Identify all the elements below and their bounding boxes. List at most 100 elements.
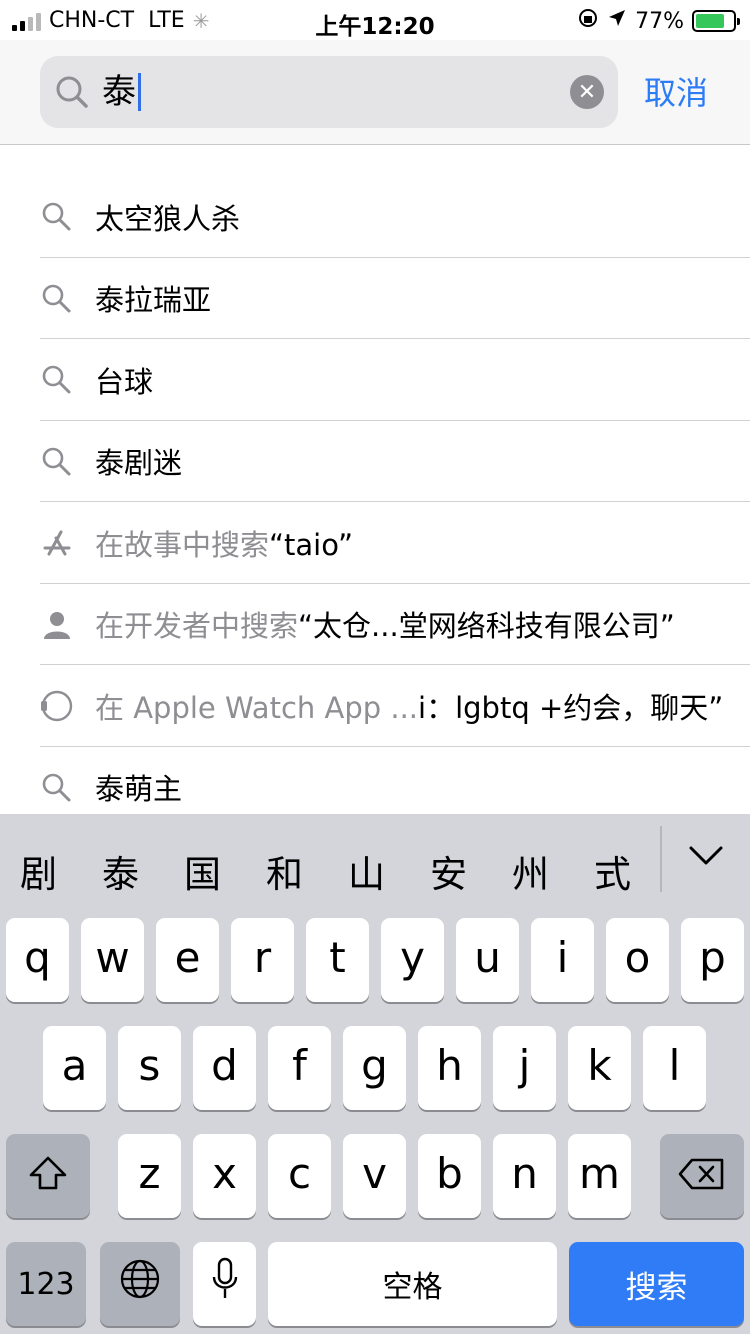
chevron-down-icon[interactable]	[688, 844, 724, 872]
key-z[interactable]: z	[118, 1134, 181, 1218]
suggestion-text: 太空狼人杀	[95, 201, 241, 236]
key-label: i	[556, 932, 569, 982]
key-g[interactable]: g	[343, 1026, 406, 1110]
search-key[interactable]: 搜索	[569, 1242, 744, 1326]
key-p[interactable]: p	[681, 918, 744, 1002]
key-q[interactable]: q	[6, 918, 69, 1002]
candidate-word[interactable]: 式	[594, 844, 631, 898]
keyboard: 剧 泰 国 和 山 安 州 式 q w e r t y u i o p a s …	[0, 814, 750, 1334]
key-b[interactable]: b	[418, 1134, 481, 1218]
candidate-divider	[660, 826, 662, 892]
suggestion-row[interactable]: 在故事中搜索“taio”	[0, 502, 750, 584]
key-k[interactable]: k	[568, 1026, 631, 1110]
candidate-word[interactable]: 泰	[102, 844, 139, 898]
key-f[interactable]: f	[268, 1026, 331, 1110]
key-v[interactable]: v	[343, 1134, 406, 1218]
search-input[interactable]: 泰	[102, 70, 141, 114]
key-label: x	[212, 1148, 237, 1198]
numbers-key[interactable]: 123	[6, 1242, 86, 1326]
cancel-button[interactable]: 取消	[644, 68, 708, 114]
key-w[interactable]: w	[81, 918, 144, 1002]
key-label: m	[579, 1148, 620, 1198]
key-x[interactable]: x	[193, 1134, 256, 1218]
candidate-word[interactable]: 国	[184, 844, 221, 898]
key-label: r	[253, 932, 272, 982]
suggestion-row[interactable]: 在开发者中搜索“太仓...堂网络科技有限公司”	[0, 584, 750, 666]
carrier-label: CHN-CT	[49, 8, 135, 33]
suggestion-text: 泰剧迷	[95, 446, 183, 481]
suggestion-row[interactable]: 在 Apple Watch App ...i：lgbtq +约会，聊天”	[0, 665, 750, 747]
key-l[interactable]: l	[643, 1026, 706, 1110]
globe-key[interactable]	[100, 1242, 180, 1326]
key-label: e	[174, 932, 201, 982]
key-label: n	[511, 1148, 538, 1198]
key-j[interactable]: j	[493, 1026, 556, 1110]
search-query-text: 泰	[102, 72, 136, 112]
key-d[interactable]: d	[193, 1026, 256, 1110]
key-label: c	[287, 1148, 312, 1198]
search-field[interactable]: 泰 ✕	[40, 56, 618, 128]
key-u[interactable]: u	[456, 918, 519, 1002]
key-label: g	[361, 1040, 388, 1090]
candidate-word[interactable]: 州	[512, 844, 549, 898]
key-o[interactable]: o	[606, 918, 669, 1002]
key-a[interactable]: a	[43, 1026, 106, 1110]
apple-watch-icon	[40, 689, 74, 723]
delete-key[interactable]	[660, 1134, 744, 1218]
key-label: o	[624, 932, 651, 982]
suggestion-term: “taio”	[269, 527, 353, 562]
space-key[interactable]: 空格	[268, 1242, 557, 1326]
candidate-word[interactable]: 安	[430, 844, 467, 898]
candidate-word[interactable]: 剧	[20, 844, 57, 898]
suggestion-text: 在故事中搜索“taio”	[95, 522, 353, 564]
key-label: 123	[17, 1266, 75, 1302]
key-label: a	[61, 1040, 88, 1090]
orientation-lock-icon	[577, 7, 599, 35]
shift-key[interactable]	[6, 1134, 90, 1218]
battery-icon	[692, 10, 740, 32]
suggestion-text: 在开发者中搜索“太仓...堂网络科技有限公司”	[95, 603, 675, 645]
key-m[interactable]: m	[568, 1134, 631, 1218]
suggestion-row[interactable]: 泰拉瑞亚	[0, 258, 750, 340]
key-t[interactable]: t	[306, 918, 369, 1002]
location-icon	[607, 8, 627, 34]
key-h[interactable]: h	[418, 1026, 481, 1110]
key-label: w	[95, 932, 130, 982]
key-i[interactable]: i	[531, 918, 594, 1002]
suggestion-text: 在 Apple Watch App ...i：lgbtq +约会，聊天”	[95, 685, 723, 727]
suggestion-term: i：lgbtq +约会，聊天”	[418, 690, 724, 725]
key-r[interactable]: r	[231, 918, 294, 1002]
suggestion-row[interactable]: 太空狼人杀	[0, 176, 750, 258]
key-label: d	[211, 1040, 238, 1090]
suggestion-row[interactable]: 泰剧迷	[0, 421, 750, 503]
key-s[interactable]: s	[118, 1026, 181, 1110]
candidate-word[interactable]: 山	[348, 844, 385, 898]
search-icon	[40, 445, 74, 479]
status-right: 77%	[577, 7, 740, 35]
suggestion-term: “太仓...堂网络科技有限公司”	[298, 609, 675, 644]
battery-percent: 77%	[635, 8, 684, 34]
key-c[interactable]: c	[268, 1134, 331, 1218]
battery-fill	[696, 14, 724, 28]
microphone-icon	[211, 1257, 239, 1311]
person-icon	[40, 608, 74, 642]
key-label: z	[138, 1148, 161, 1198]
network-label: LTE	[148, 8, 185, 33]
key-label: u	[474, 932, 501, 982]
key-y[interactable]: y	[381, 918, 444, 1002]
suggestion-row[interactable]: 台球	[0, 339, 750, 421]
clear-button[interactable]: ✕	[570, 75, 604, 109]
candidate-word[interactable]: 和	[266, 844, 303, 898]
key-e[interactable]: e	[156, 918, 219, 1002]
key-label: y	[400, 932, 425, 982]
candidate-bar: 剧 泰 国 和 山 安 州 式	[0, 814, 750, 919]
key-n[interactable]: n	[493, 1134, 556, 1218]
status-bar: CHN-CT LTE ✳ 上午12:20 77%	[0, 0, 750, 40]
dictation-key[interactable]	[193, 1242, 256, 1326]
shift-icon	[28, 1152, 68, 1201]
backspace-icon	[678, 1152, 726, 1201]
suggestion-prefix: 在开发者中搜索	[95, 609, 299, 644]
key-label: 空格	[382, 1270, 443, 1305]
close-icon: ✕	[577, 79, 597, 105]
suggestion-text: 泰萌主	[95, 772, 183, 807]
